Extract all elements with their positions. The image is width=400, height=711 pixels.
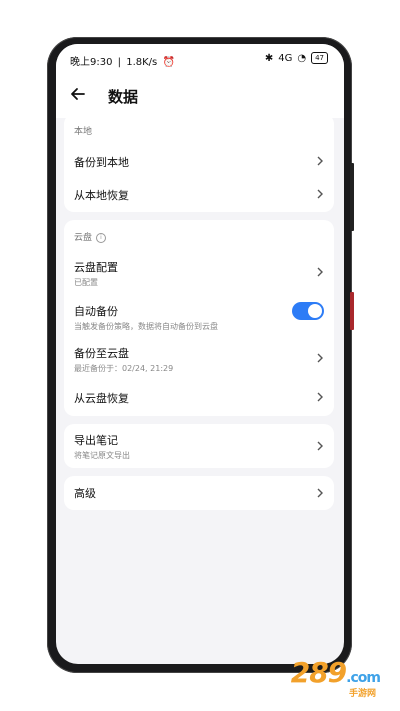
chevron-right-icon	[317, 488, 323, 498]
status-bar: 晚上9:30 | 1.8K/s ⏰ ✱ 4G ◔ 47	[56, 44, 344, 74]
last-backup-time: 最近备份于：02/24, 21:29	[74, 364, 174, 373]
chevron-right-icon	[317, 156, 323, 166]
info-icon[interactable]: i	[96, 233, 107, 243]
battery-indicator: 47	[311, 52, 328, 64]
restore-from-local-label: 从本地恢复	[74, 189, 129, 202]
local-section-title: 本地	[74, 127, 93, 137]
backup-to-cloud-row[interactable]: 备份至云盘 最近备份于：02/24, 21:29	[64, 338, 334, 378]
auto-backup-row: 自动备份 当触发备份策略，数据将自动备份到云盘	[64, 296, 334, 336]
status-speed: 1.8K/s	[126, 57, 158, 68]
backup-to-cloud-label: 备份至云盘	[74, 347, 129, 360]
volume-button	[350, 163, 354, 231]
export-notes-description: 将笔记原文导出	[74, 451, 130, 460]
watermark-tagline: 手游网	[348, 689, 376, 699]
chevron-right-icon	[317, 441, 323, 451]
cloud-section-title: 云盘 i	[74, 230, 107, 243]
chevron-right-icon	[317, 392, 323, 402]
auto-backup-toggle[interactable]	[292, 302, 324, 320]
cloud-config-status: 已配置	[74, 278, 98, 287]
local-card: 本地 备份到本地 从本地恢复	[64, 114, 334, 212]
back-arrow-icon[interactable]	[68, 84, 88, 104]
power-button	[350, 292, 354, 330]
status-left: 晚上9:30 | 1.8K/s ⏰	[70, 57, 175, 68]
wifi-icon: ◔	[297, 52, 307, 64]
auto-backup-label: 自动备份	[74, 305, 118, 318]
page-title: 数据	[108, 88, 139, 106]
screen: 晚上9:30 | 1.8K/s ⏰ ✱ 4G ◔ 47 数据 本地 备份到本地 …	[56, 44, 344, 664]
alarm-icon: ⏰	[162, 57, 175, 68]
export-notes-row[interactable]: 导出笔记 将笔记原文导出	[64, 424, 334, 468]
status-right: ✱ 4G ◔ 47	[265, 52, 328, 64]
restore-from-cloud-label: 从云盘恢复	[74, 392, 129, 405]
restore-from-cloud-row[interactable]: 从云盘恢复	[64, 380, 334, 414]
bluetooth-icon: ✱	[264, 52, 274, 64]
watermark-suffix: .com	[346, 670, 381, 686]
backup-to-local-label: 备份到本地	[74, 156, 129, 169]
watermark-brand: 289	[290, 656, 347, 689]
restore-from-local-row[interactable]: 从本地恢复	[64, 178, 334, 212]
advanced-row[interactable]: 高级	[64, 476, 334, 510]
backup-to-local-row[interactable]: 备份到本地	[64, 144, 334, 178]
export-notes-label: 导出笔记	[74, 434, 118, 447]
cloud-config-row[interactable]: 云盘配置 已配置	[64, 252, 334, 292]
cloud-section-label: 云盘	[74, 233, 93, 243]
export-card: 导出笔记 将笔记原文导出	[64, 424, 334, 468]
cloud-config-label: 云盘配置	[74, 261, 118, 274]
app-header: 数据	[56, 74, 344, 118]
cloud-card: 云盘 i 云盘配置 已配置 自动备份 当触发备份策略，数据将自动备份到云盘 备份至…	[64, 220, 334, 416]
chevron-right-icon	[317, 189, 323, 199]
status-time: 晚上9:30	[70, 57, 113, 68]
chevron-right-icon	[317, 353, 323, 363]
advanced-card: 高级	[64, 476, 334, 510]
chevron-right-icon	[317, 267, 323, 277]
watermark-logo: 289.com	[290, 656, 381, 689]
signal-label: 4G	[278, 52, 293, 64]
auto-backup-description: 当触发备份策略，数据将自动备份到云盘	[74, 322, 218, 331]
advanced-label: 高级	[74, 487, 96, 500]
